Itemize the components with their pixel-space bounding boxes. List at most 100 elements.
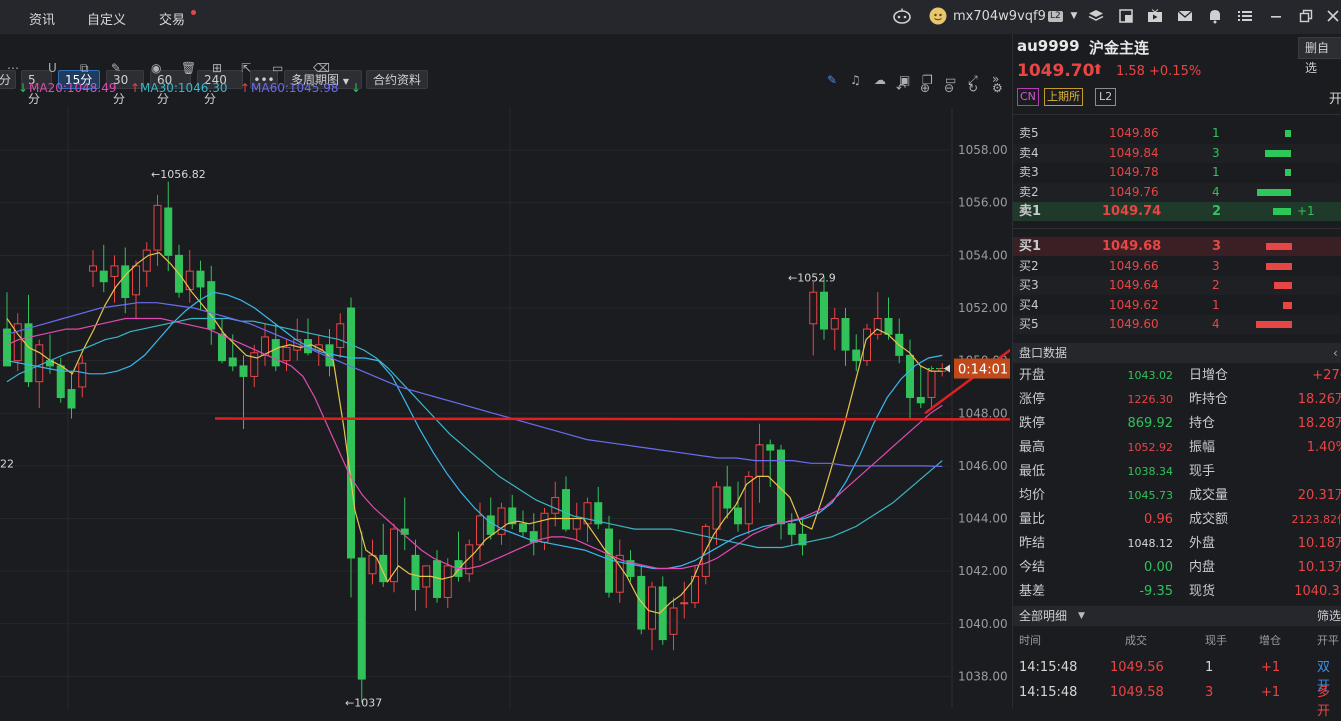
contract-info-button[interactable]: 合约资料 xyxy=(366,70,428,89)
candle-body xyxy=(36,345,43,382)
candle-body xyxy=(466,545,473,574)
bid-row[interactable]: 买31049.642 xyxy=(1013,276,1341,295)
robot-icon[interactable] xyxy=(893,8,909,24)
trades-header-row[interactable]: 时间成交现手增仓开平 xyxy=(1013,631,1341,650)
market-data-item[interactable]: 昨结1048.12 xyxy=(1013,534,1183,553)
ask-row[interactable]: 卖21049.764 xyxy=(1013,183,1341,202)
candlestick-chart[interactable]: 1058.001056.001054.001052.001050.001048.… xyxy=(0,108,1010,708)
filter-button[interactable]: 筛选 xyxy=(1317,606,1341,626)
reset-icon[interactable]: ↻ xyxy=(968,81,978,95)
more-icon[interactable]: ⋯ xyxy=(7,61,19,75)
nav-trade[interactable]: 交易 xyxy=(159,9,185,28)
comment-icon[interactable]: ▭ xyxy=(272,61,283,75)
level2-tag: L2 xyxy=(1095,88,1116,106)
candle-body xyxy=(391,529,398,582)
market-data-header[interactable]: 盘口数据 ‹ xyxy=(1013,343,1341,363)
market-data-item[interactable]: 基差-9.35 xyxy=(1013,582,1183,601)
ask-row[interactable]: 卖11049.742+1 xyxy=(1013,202,1341,221)
market-data-item[interactable]: 跌停869.92 xyxy=(1013,414,1183,433)
chevron-down-icon[interactable]: ▼ xyxy=(1078,606,1085,626)
market-data-item[interactable]: 现货1040.35 xyxy=(1183,582,1341,601)
bell-icon[interactable] xyxy=(1207,8,1223,24)
support-trendline xyxy=(215,419,1010,420)
trades-column-header: 现手 xyxy=(1205,631,1227,650)
ask-row[interactable]: 卖31049.781 xyxy=(1013,163,1341,182)
market-data-item[interactable]: 现手1 xyxy=(1183,462,1341,481)
market-data-value: -9.35 xyxy=(1139,582,1173,601)
bid-row[interactable]: 买41049.621 xyxy=(1013,296,1341,315)
avatar[interactable] xyxy=(929,7,947,25)
market-data-item[interactable]: 均价1045.73 xyxy=(1013,486,1183,505)
ask-row[interactable]: 卖51049.861 xyxy=(1013,124,1341,143)
market-data-item[interactable]: 成交额2123.82亿 xyxy=(1183,510,1341,529)
eraser-icon[interactable]: ⌫ xyxy=(313,61,330,75)
restore-icon[interactable] xyxy=(1298,8,1314,24)
market-data-item[interactable]: 日增仓+276 xyxy=(1183,366,1341,385)
market-data-item[interactable]: 最低1038.34 xyxy=(1013,462,1183,481)
trades-title: 全部明细 xyxy=(1019,606,1067,626)
market-data-item[interactable]: 持仓18.28万 xyxy=(1183,414,1341,433)
market-data-item[interactable]: 内盘10.13万 xyxy=(1183,558,1341,577)
share-icon[interactable]: ⇱ xyxy=(241,61,251,75)
market-data-label: 持仓 xyxy=(1189,414,1215,433)
layers-icon[interactable] xyxy=(1088,8,1104,24)
pencil-icon[interactable]: ✎ xyxy=(827,73,837,87)
chevron-down-icon[interactable]: ▼ xyxy=(1066,8,1082,24)
minimize-icon[interactable] xyxy=(1268,8,1284,24)
market-data-item[interactable]: 涨停1226.30 xyxy=(1013,390,1183,409)
bid-row[interactable]: 买51049.604 xyxy=(1013,315,1341,334)
candle-body xyxy=(788,524,795,535)
layers-icon[interactable]: ⧉ xyxy=(80,61,89,75)
trade-time: 14:15:48 xyxy=(1019,658,1077,677)
market-data-item[interactable]: 开盘1043.02 xyxy=(1013,366,1183,385)
cloud-icon[interactable]: ☁ xyxy=(874,73,886,87)
trade-row[interactable]: 14:15:481049.583+1多开 xyxy=(1013,683,1341,702)
nav-news[interactable]: 资讯 xyxy=(29,9,55,28)
trash-icon[interactable]: 🗑 xyxy=(181,61,196,75)
market-data-item[interactable]: 外盘10.18万 xyxy=(1183,534,1341,553)
bid-price: 1049.68 xyxy=(1102,237,1161,256)
zoom-in-icon[interactable]: ⊕ xyxy=(920,81,930,95)
bid-volume-bar xyxy=(1283,302,1292,309)
pip-icon[interactable] xyxy=(1118,8,1134,24)
mail-icon[interactable] xyxy=(1177,8,1193,24)
market-data-label: 现货 xyxy=(1189,582,1215,601)
eye-icon[interactable]: ◉ xyxy=(151,61,161,75)
candle-body xyxy=(573,519,580,530)
ma20-label: MA20:1048.49 xyxy=(29,81,117,95)
username[interactable]: mx704w9vqf9 xyxy=(953,9,1046,24)
ask-row[interactable]: 卖41049.843 xyxy=(1013,144,1341,163)
bid-level-label: 买5 xyxy=(1019,315,1039,334)
settings-icon[interactable]: ⚙ xyxy=(992,81,1003,95)
bid-row[interactable]: 买21049.663 xyxy=(1013,257,1341,276)
nav-custom[interactable]: 自定义 xyxy=(87,9,126,28)
video-icon[interactable] xyxy=(1147,8,1163,24)
market-data-item[interactable]: 今结0.00 xyxy=(1013,558,1183,577)
zoom-out-icon[interactable]: ⊖ xyxy=(944,81,954,95)
market-data-item[interactable]: 振幅1.40% xyxy=(1183,438,1341,457)
candle-body xyxy=(133,266,140,295)
exchange-tag: 上期所 xyxy=(1044,88,1083,106)
bid-volume-bar xyxy=(1256,321,1292,328)
market-data-item[interactable]: 昨持仓18.26万 xyxy=(1183,390,1341,409)
magnet-icon[interactable]: U xyxy=(48,61,57,75)
market-data-value: 20.31万 xyxy=(1298,486,1341,505)
menu-list-icon[interactable] xyxy=(1237,8,1253,24)
market-data-item[interactable]: 量比0.96 xyxy=(1013,510,1183,529)
trades-header[interactable]: 全部明细 ▼ 筛选 xyxy=(1013,606,1341,626)
close-icon[interactable] xyxy=(1325,8,1341,24)
alarm-icon[interactable]: ♫ xyxy=(850,73,861,87)
market-data-item[interactable]: 最高1052.92 xyxy=(1013,438,1183,457)
candle-body xyxy=(917,397,924,402)
undo-icon[interactable]: ↶ xyxy=(896,81,906,95)
bid-volume-bar xyxy=(1274,282,1292,289)
market-data-item[interactable]: 成交量20.31万 xyxy=(1183,486,1341,505)
market-data-value: 1226.30 xyxy=(1128,390,1174,409)
trade-row[interactable]: 14:15:481049.561+1双开 xyxy=(1013,658,1341,677)
market-data-label: 昨结 xyxy=(1019,534,1045,553)
bid-row[interactable]: 买11049.683 xyxy=(1013,237,1341,256)
chevron-left-icon[interactable]: ‹ xyxy=(1333,343,1338,363)
remove-watchlist-button[interactable]: 删自选 xyxy=(1298,37,1341,59)
pen-icon[interactable]: ✎ xyxy=(111,61,121,75)
grid-icon[interactable]: ⊞ xyxy=(212,61,222,75)
